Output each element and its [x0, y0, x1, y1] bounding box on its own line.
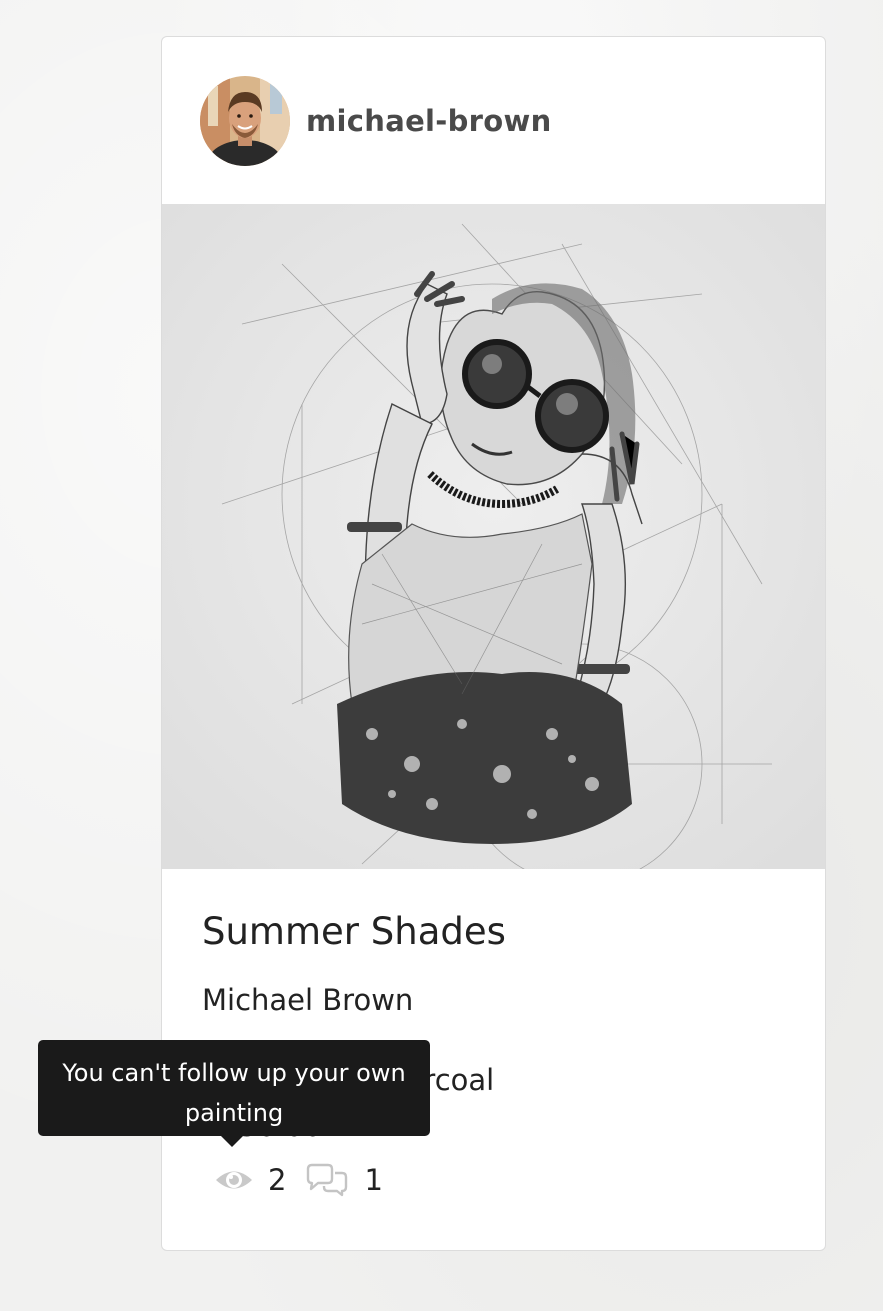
views-count: 2 — [268, 1163, 287, 1197]
follow-tooltip: You can't follow up your own painting — [38, 1040, 430, 1136]
artwork-image[interactable] — [162, 204, 825, 869]
comments-count: 1 — [364, 1163, 383, 1197]
artist-name: Michael Brown — [202, 983, 414, 1017]
tooltip-arrow — [220, 1135, 244, 1147]
card-header: michael-brown — [162, 37, 825, 205]
stats-bar: 2 1 — [214, 1163, 383, 1197]
username[interactable]: michael-brown — [306, 104, 552, 138]
avatar[interactable] — [200, 76, 290, 166]
comments-icon[interactable] — [304, 1163, 350, 1197]
eye-icon[interactable] — [214, 1165, 254, 1195]
artwork-title[interactable]: Summer Shades — [202, 910, 506, 953]
